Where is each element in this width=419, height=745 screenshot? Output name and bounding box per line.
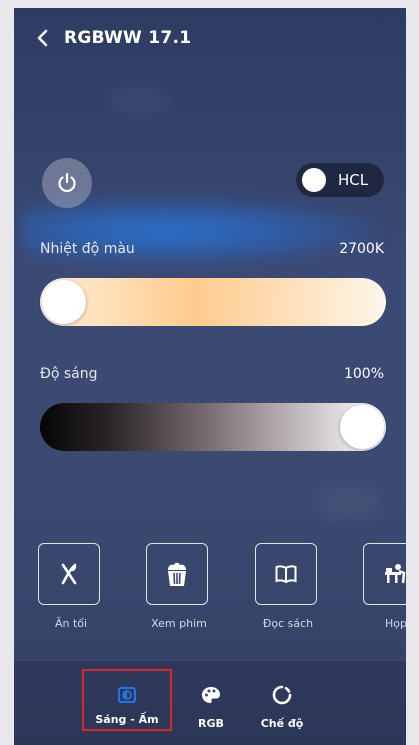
brightness-icon bbox=[84, 683, 170, 707]
brightness-slider[interactable] bbox=[40, 403, 386, 451]
hcl-toggle-knob bbox=[302, 168, 326, 192]
tab-sang-am[interactable]: Sáng - Ấm bbox=[82, 669, 172, 731]
scene-movie-button[interactable] bbox=[146, 543, 208, 605]
color-temp-value: 2700K bbox=[339, 241, 384, 257]
palette-icon bbox=[189, 683, 233, 707]
dinner-icon bbox=[61, 563, 77, 585]
scene-dinner-button[interactable] bbox=[38, 543, 100, 605]
header: RGBWW 17.1 bbox=[36, 28, 191, 48]
meeting-icon bbox=[385, 564, 406, 584]
scene-dinner[interactable]: Ăn tối bbox=[38, 543, 104, 630]
book-icon bbox=[275, 565, 297, 583]
page-title: RGBWW 17.1 bbox=[64, 28, 192, 48]
scene-label: Họp bbox=[385, 617, 406, 630]
tab-label: RGB bbox=[198, 717, 224, 730]
scene-meeting[interactable]: Họp bbox=[363, 543, 406, 630]
brightness-slider-knob[interactable] bbox=[340, 405, 384, 449]
screen: RGBWW 17.1 HCL Nhiệt độ màu 2700K Độ sán… bbox=[14, 8, 406, 745]
color-temp-slider-knob[interactable] bbox=[42, 280, 86, 324]
tab-label: Chế độ bbox=[260, 717, 304, 730]
mode-icon bbox=[254, 683, 310, 707]
scene-reading[interactable]: Đọc sách bbox=[255, 543, 321, 630]
scene-label: Ăn tối bbox=[54, 617, 88, 630]
scene-label: Xem phim bbox=[151, 617, 207, 630]
bottom-tab-bar: Sáng - Ấm RGB Chế độ bbox=[14, 660, 406, 745]
color-temp-label: Nhiệt độ màu bbox=[40, 241, 135, 257]
scene-label: Đọc sách bbox=[262, 617, 314, 630]
bg-blob bbox=[314, 488, 384, 518]
tab-label: Sáng - Ấm bbox=[95, 713, 159, 726]
hcl-label: HCL bbox=[338, 171, 369, 189]
scene-meeting-button[interactable] bbox=[363, 543, 406, 605]
back-icon[interactable] bbox=[36, 28, 50, 48]
bg-blob bbox=[109, 88, 169, 112]
tab-che-do[interactable]: Chế độ bbox=[254, 683, 310, 730]
color-temp-slider[interactable] bbox=[40, 278, 386, 326]
power-button[interactable] bbox=[42, 158, 92, 208]
scene-movie[interactable]: Xem phim bbox=[146, 543, 212, 630]
scene-reading-button[interactable] bbox=[255, 543, 317, 605]
tab-rgb[interactable]: RGB bbox=[189, 683, 233, 730]
hcl-toggle[interactable]: HCL bbox=[296, 163, 384, 197]
popcorn-icon bbox=[168, 562, 186, 586]
power-icon bbox=[58, 172, 76, 193]
brightness-value: 100% bbox=[343, 366, 384, 382]
brightness-label: Độ sáng bbox=[40, 366, 98, 382]
